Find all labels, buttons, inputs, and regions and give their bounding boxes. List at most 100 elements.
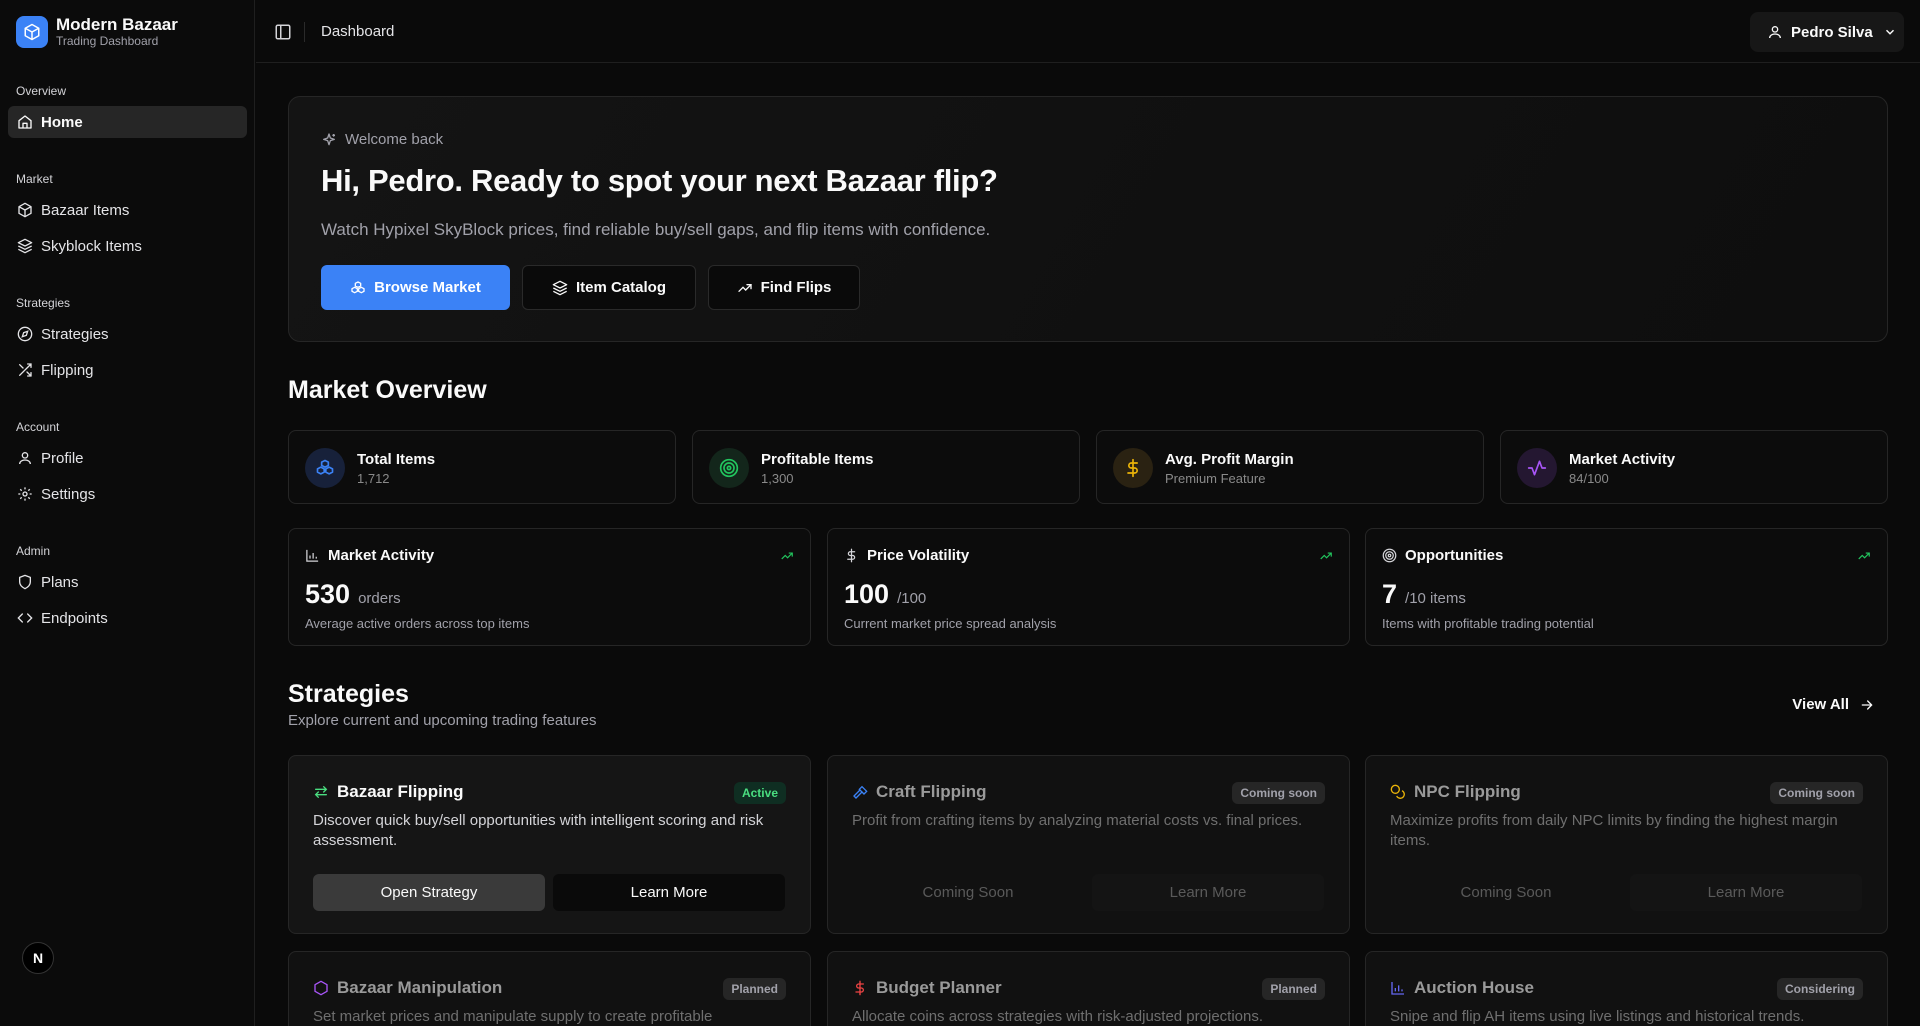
sidebar-item-label: Plans	[41, 573, 79, 591]
strategy-description: Maximize profits from daily NPC limits b…	[1390, 812, 1838, 849]
metric-card-opportunities: Opportunities 7 /10 items Items with pro…	[1365, 528, 1888, 646]
hammer-icon	[853, 785, 868, 799]
sidebar-item-label: Settings	[41, 485, 96, 503]
sidebar-item-flipping[interactable]: Flipping	[8, 354, 247, 386]
dollar-icon	[1113, 448, 1153, 488]
stat-card-profitable-items: Profitable Items 1,300	[692, 430, 1080, 504]
coins-icon	[1390, 784, 1405, 799]
strategy-card-bazaar-flipping: Bazaar Flipping Active Discover quick bu…	[288, 755, 811, 934]
view-all-link[interactable]: View All	[1792, 696, 1875, 713]
trending-up-icon	[1858, 552, 1870, 560]
button-label: Item Catalog	[575, 279, 666, 296]
sidebar-item-skyblock-items[interactable]: Skyblock Items	[8, 230, 247, 262]
dollar-icon	[855, 980, 864, 996]
sidebar-item-label: Skyblock Items	[41, 237, 142, 255]
topbar-divider	[304, 22, 305, 42]
sidebar-item-label: Strategies	[41, 325, 109, 343]
user-menu-button[interactable]: Pedro Silva	[1750, 12, 1904, 52]
bar-chart-icon	[1391, 982, 1404, 995]
metric-title: Market Activity	[328, 547, 435, 564]
learn-more-button[interactable]: Learn More	[1630, 874, 1862, 911]
sidebar-item-plans[interactable]: Plans	[8, 566, 247, 598]
strategy-card-budget-planner: Budget Planner Planned Allocate coins ac…	[827, 951, 1350, 1026]
stat-value: 1,712	[357, 471, 390, 486]
panel-left-icon	[275, 24, 291, 40]
sidebar-item-bazaar-items[interactable]: Bazaar Items	[8, 194, 247, 226]
strategy-description: Profit from crafting items by analyzing …	[852, 812, 1303, 829]
trending-up-icon	[781, 552, 793, 560]
sidebar-item-profile[interactable]: Profile	[8, 442, 247, 474]
open-strategy-button[interactable]: Open Strategy	[313, 874, 545, 911]
framework-badge[interactable]: N	[22, 942, 54, 974]
bar-chart-icon	[306, 549, 319, 562]
breadcrumb[interactable]: Dashboard	[321, 23, 394, 40]
item-catalog-button[interactable]: Item Catalog	[522, 265, 696, 310]
nav-group-admin: Admin	[16, 544, 51, 558]
metric-unit: /10 items	[1405, 590, 1466, 607]
status-badge: Considering	[1776, 978, 1863, 1000]
sidebar-item-label: Profile	[41, 449, 84, 467]
stat-label: Avg. Profit Margin	[1165, 451, 1294, 468]
sidebar-item-strategies[interactable]: Strategies	[8, 318, 247, 350]
target-icon	[1382, 548, 1397, 563]
metric-card-market-activity: Market Activity 530 orders Average activ…	[288, 528, 811, 646]
shield-icon	[19, 574, 31, 590]
brand-subtitle: Trading Dashboard	[56, 34, 159, 48]
status-badge: Planned	[1262, 978, 1325, 1000]
metric-title: Price Volatility	[867, 547, 970, 564]
browse-market-button[interactable]: Browse Market	[321, 265, 510, 310]
metric-description: Current market price spread analysis	[844, 616, 1057, 631]
arrows-exchange-icon	[314, 786, 328, 798]
button-label: Find Flips	[760, 279, 832, 296]
chevron-down-icon	[1885, 29, 1894, 35]
hero-kicker: Welcome back	[321, 131, 443, 148]
welcome-hero: Welcome back Hi, Pedro. Ready to spot yo…	[288, 96, 1888, 342]
layers-icon	[17, 238, 33, 254]
strategy-description: Allocate coins across strategies with ri…	[852, 1008, 1264, 1025]
stat-label: Total Items	[357, 451, 436, 468]
strategy-title: Craft Flipping	[876, 782, 987, 801]
sidebar-item-label: Bazaar Items	[41, 201, 130, 219]
coming-soon-button[interactable]: Coming Soon	[852, 874, 1084, 911]
stat-card-avg-profit-margin: Avg. Profit Margin Premium Feature	[1096, 430, 1484, 504]
user-name: Pedro Silva	[1791, 23, 1873, 41]
sidebar-item-label: Home	[41, 113, 83, 131]
find-flips-button[interactable]: Find Flips	[708, 265, 860, 310]
sidebar-item-settings[interactable]: Settings	[8, 478, 247, 510]
metric-title: Opportunities	[1405, 547, 1504, 564]
strategy-card-npc-flipping: NPC Flipping Coming soon Maximize profit…	[1365, 755, 1888, 934]
strategy-card-craft-flipping: Craft Flipping Coming soon Profit from c…	[827, 755, 1350, 934]
cubes-icon	[351, 280, 365, 293]
metric-number: 100	[844, 579, 890, 609]
hero-kicker-text: Welcome back	[345, 131, 444, 148]
learn-more-button[interactable]: Learn More	[553, 874, 785, 911]
topbar: Dashboard Pedro Silva	[256, 0, 1920, 63]
strategy-card-auction-house: Auction House Considering Snipe and flip…	[1365, 951, 1888, 1026]
coming-soon-button[interactable]: Coming Soon	[1390, 874, 1622, 911]
home-icon	[18, 115, 32, 129]
market-overview-title: Market Overview	[288, 376, 487, 404]
stat-label: Market Activity	[1569, 451, 1676, 468]
metric-card-price-volatility: Price Volatility 100 /100 Current market…	[827, 528, 1350, 646]
stat-value: Premium Feature	[1165, 471, 1266, 486]
sidebar-toggle-button[interactable]	[274, 23, 292, 41]
gear-icon	[18, 487, 32, 501]
metric-unit: orders	[358, 590, 401, 607]
sidebar-item-endpoints[interactable]: Endpoints	[8, 602, 247, 634]
cube-logo-icon	[16, 16, 48, 48]
button-label: Browse Market	[374, 279, 481, 296]
sparkles-icon	[323, 132, 335, 145]
learn-more-button[interactable]: Learn More	[1092, 874, 1324, 911]
strategy-description: Snipe and flip AH items using live listi…	[1390, 1008, 1805, 1025]
hexagon-icon	[314, 980, 328, 996]
sidebar-item-home[interactable]: Home	[8, 106, 247, 138]
activity-icon	[1517, 448, 1557, 488]
metric-description: Items with profitable trading potential	[1382, 616, 1594, 631]
status-badge: Planned	[723, 978, 786, 1000]
stat-value: 1,300	[761, 471, 794, 486]
brand-name: Modern Bazaar	[56, 15, 178, 34]
strategy-card-bazaar-manipulation: Bazaar Manipulation Planned Set market p…	[288, 951, 811, 1026]
metric-unit: /100	[897, 590, 927, 607]
brand[interactable]: Modern Bazaar Trading Dashboard	[16, 15, 178, 49]
shuffle-icon	[19, 363, 32, 377]
